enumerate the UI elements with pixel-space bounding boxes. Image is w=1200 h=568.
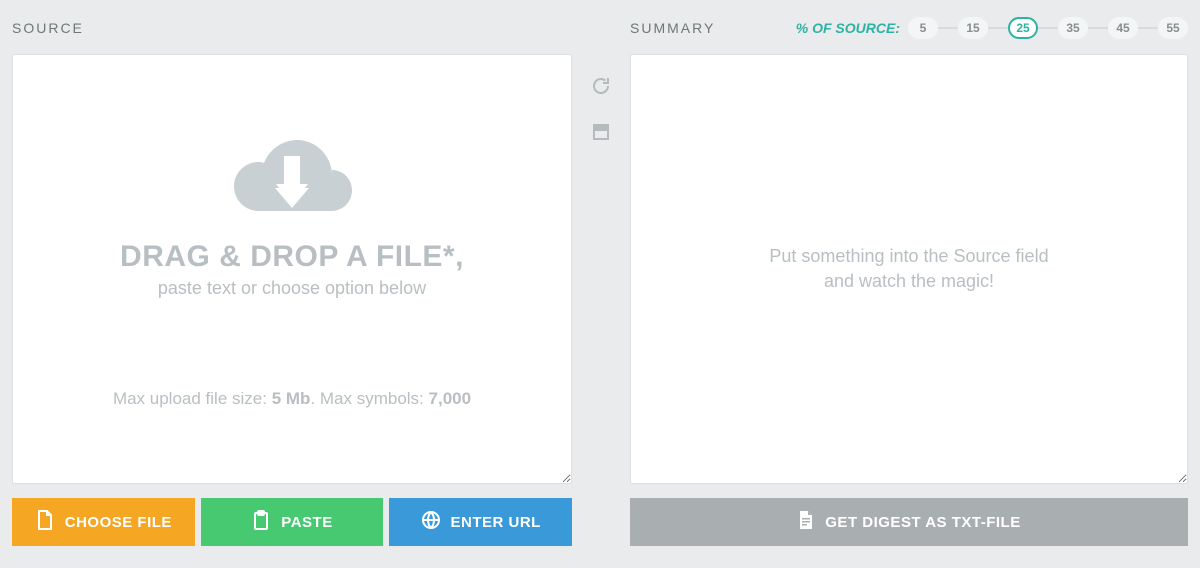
percent-connector bbox=[1038, 27, 1058, 29]
paste-button[interactable]: PASTE bbox=[201, 498, 384, 546]
percent-option-45[interactable]: 45 bbox=[1108, 17, 1138, 39]
drop-area[interactable]: DRAG & DROP A FILE*, paste text or choos… bbox=[13, 55, 571, 483]
percent-connector bbox=[1138, 27, 1158, 29]
choose-file-label: CHOOSE FILE bbox=[65, 514, 172, 531]
globe-icon bbox=[421, 510, 451, 534]
get-digest-button[interactable]: GET DIGEST AS TXT-FILE bbox=[630, 498, 1188, 546]
percent-connector bbox=[988, 27, 1008, 29]
choose-file-button[interactable]: CHOOSE FILE bbox=[12, 498, 195, 546]
get-digest-label: GET DIGEST AS TXT-FILE bbox=[825, 514, 1020, 531]
percent-option-35[interactable]: 35 bbox=[1058, 17, 1088, 39]
cloud-download-icon bbox=[222, 130, 362, 230]
refresh-icon bbox=[590, 75, 612, 102]
percent-connector bbox=[938, 27, 958, 29]
clipboard-icon bbox=[251, 509, 281, 535]
source-panel[interactable]: DRAG & DROP A FILE*, paste text or choos… bbox=[12, 54, 572, 484]
summary-panel[interactable]: Put something into the Source field and … bbox=[630, 54, 1188, 484]
percent-of-source-label: % OF SOURCE: bbox=[796, 20, 900, 36]
file-icon bbox=[35, 509, 65, 535]
summary-label: SUMMARY bbox=[630, 20, 715, 36]
percent-slider: 5 15 25 35 45 55 bbox=[908, 17, 1188, 39]
new-window-icon bbox=[591, 122, 611, 147]
summary-placeholder: Put something into the Source field and … bbox=[631, 55, 1187, 483]
paste-label: PASTE bbox=[281, 514, 332, 531]
percent-option-15[interactable]: 15 bbox=[958, 17, 988, 39]
percent-option-55[interactable]: 55 bbox=[1158, 17, 1188, 39]
new-window-button[interactable] bbox=[587, 120, 615, 148]
percent-option-25[interactable]: 25 bbox=[1008, 17, 1038, 39]
source-label: SOURCE bbox=[12, 20, 84, 36]
enter-url-button[interactable]: ENTER URL bbox=[389, 498, 572, 546]
percent-option-5[interactable]: 5 bbox=[908, 17, 938, 39]
enter-url-label: ENTER URL bbox=[451, 514, 541, 531]
max-note: Max upload file size: 5 Mb. Max symbols:… bbox=[113, 389, 471, 409]
percent-connector bbox=[1088, 27, 1108, 29]
drop-title: DRAG & DROP A FILE*, bbox=[120, 240, 464, 274]
doc-icon bbox=[797, 509, 825, 535]
drop-subtitle: paste text or choose option below bbox=[158, 278, 426, 299]
refresh-button[interactable] bbox=[587, 74, 615, 102]
